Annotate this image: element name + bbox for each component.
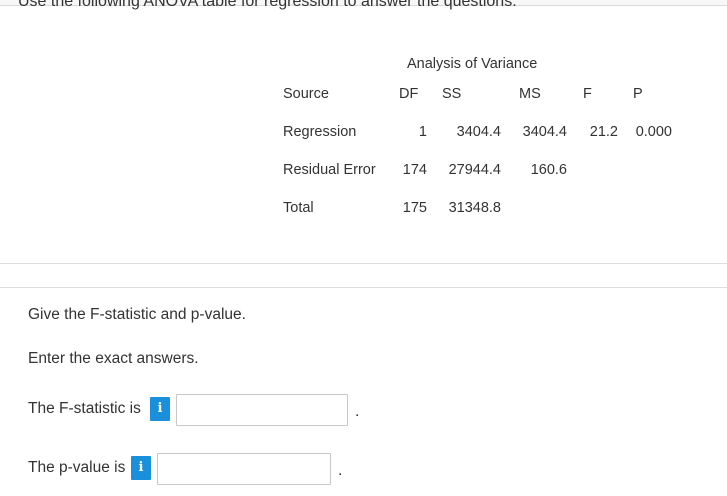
row-residual-ss: 27944.4 bbox=[448, 162, 501, 178]
section-divider bbox=[0, 263, 727, 264]
p-value-label: The p-value is bbox=[28, 459, 126, 476]
header-ms: MS bbox=[519, 86, 541, 102]
row-regression-ms: 3404.4 bbox=[522, 124, 567, 140]
f-period: . bbox=[355, 403, 360, 420]
header-source: Source bbox=[283, 86, 329, 102]
row-total-source: Total bbox=[283, 200, 314, 216]
row-residual-source: Residual Error bbox=[283, 162, 376, 178]
row-regression-p: 0.000 bbox=[635, 124, 672, 140]
row-total-df: 175 bbox=[402, 200, 427, 216]
anova-title: Analysis of Variance bbox=[407, 56, 538, 72]
section-divider bbox=[0, 287, 727, 288]
header-ss: SS bbox=[442, 86, 462, 102]
f-statistic-input[interactable] bbox=[176, 394, 348, 426]
f-statistic-label: The F-statistic is bbox=[28, 400, 141, 417]
header-f: F bbox=[583, 86, 592, 102]
row-regression-df: 1 bbox=[418, 124, 427, 140]
question-prompt: Give the F-statistic and p-value. bbox=[28, 306, 246, 323]
row-regression-ss: 3404.4 bbox=[456, 124, 501, 140]
row-regression-f: 21.2 bbox=[589, 124, 618, 140]
header-p: P bbox=[633, 86, 643, 102]
question-instruction: Enter the exact answers. bbox=[28, 350, 199, 367]
row-regression-source: Regression bbox=[283, 124, 357, 140]
info-icon[interactable]: i bbox=[150, 397, 170, 421]
anova-table: Analysis of Variance Source DF SS MS F P… bbox=[0, 0, 727, 260]
header-df: DF bbox=[399, 86, 419, 102]
p-value-input[interactable] bbox=[157, 453, 331, 485]
row-total-ss: 31348.8 bbox=[448, 200, 501, 216]
info-icon[interactable]: i bbox=[131, 456, 151, 480]
row-residual-ms: 160.6 bbox=[530, 162, 567, 178]
p-period: . bbox=[338, 462, 343, 479]
row-residual-df: 174 bbox=[402, 162, 427, 178]
